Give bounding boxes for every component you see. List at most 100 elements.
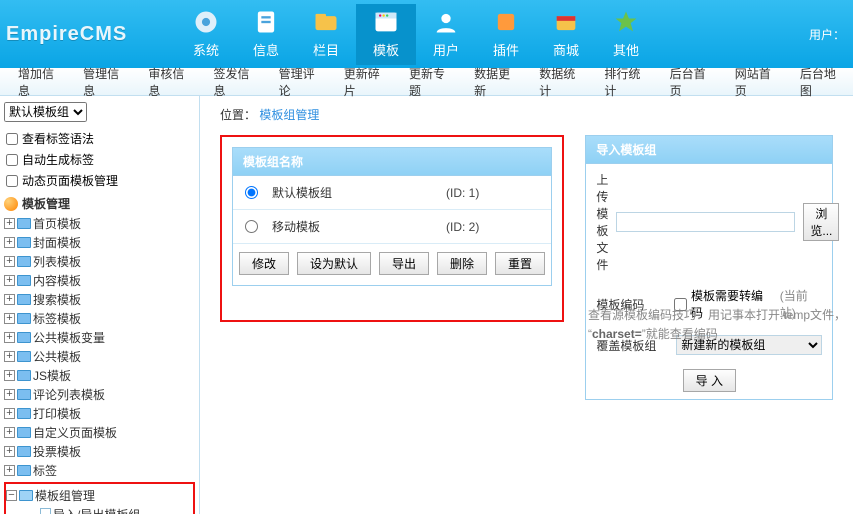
chk-label: 动态页面模板管理 xyxy=(22,172,118,189)
tb-update-frag[interactable]: 更新碎片 xyxy=(336,65,397,99)
tb-add-info[interactable]: 增加信息 xyxy=(10,65,71,99)
nav-label: 模板 xyxy=(356,40,416,59)
folder-icon xyxy=(17,256,31,267)
tb-admin-map[interactable]: 后台地图 xyxy=(792,65,853,99)
nav-info[interactable]: 信息 xyxy=(236,4,296,65)
template-group-panel: 模板组名称 默认模板组 (ID: 1) 移动模板 (ID: 2) xyxy=(232,147,552,286)
plus-icon: + xyxy=(4,427,15,438)
chk-label: 查看标签语法 xyxy=(22,130,94,147)
reset-button[interactable]: 重置 xyxy=(495,252,545,275)
doc-icon xyxy=(252,8,280,36)
chk-tag-syntax[interactable] xyxy=(6,133,18,145)
tb-site-home[interactable]: 网站首页 xyxy=(727,65,788,99)
plus-icon: + xyxy=(4,370,15,381)
tg-row: 默认模板组 (ID: 1) xyxy=(233,176,551,210)
breadcrumb-link[interactable]: 模板组管理 xyxy=(259,108,319,122)
user-label: 用户： xyxy=(809,26,845,43)
tree-item-cover[interactable]: +封面模板 xyxy=(4,233,195,252)
plus-icon: + xyxy=(4,408,15,419)
plus-icon: + xyxy=(4,351,15,362)
folder-open-icon xyxy=(19,490,33,501)
tree-item-print[interactable]: + 打印模板 xyxy=(4,404,195,423)
tb-rank-stats[interactable]: 排行统计 xyxy=(596,65,657,99)
folder-icon xyxy=(17,332,31,343)
tg-radio[interactable] xyxy=(245,220,258,233)
nav-label: 栏目 xyxy=(296,40,356,59)
sidebar: 默认模板组 查看标签语法 自动生成标签 动态页面模板管理 模板管理 +首页模板 … xyxy=(0,96,200,514)
nav-system[interactable]: 系统 xyxy=(176,4,236,65)
nav-shop[interactable]: 商城 xyxy=(536,4,596,65)
tb-sign-info[interactable]: 签发信息 xyxy=(205,65,266,99)
tree-item-js[interactable]: +JS模板 xyxy=(4,366,195,385)
tree: +首页模板 +封面模板 +列表模板 +内容模板 +搜索模板 +标签模板 +公共模… xyxy=(4,214,195,480)
tb-admin-home[interactable]: 后台首页 xyxy=(662,65,723,99)
tips: 查看源模板编码技巧：用记事本打开.temp文件， “charset=”就能查看编… xyxy=(588,306,846,344)
nav-label: 插件 xyxy=(476,40,536,59)
tg-name: 默认模板组 xyxy=(272,184,432,201)
tb-data-update[interactable]: 数据更新 xyxy=(466,65,527,99)
folder-icon xyxy=(17,275,31,286)
delete-button[interactable]: 删除 xyxy=(437,252,487,275)
folder-icon xyxy=(17,370,31,381)
tree-item-custom[interactable]: + 自定义页面模板 xyxy=(4,423,195,442)
export-button[interactable]: 导出 xyxy=(379,252,429,275)
tips-text: 查看源模板编码技巧：用记事本打开.temp文件， xyxy=(588,308,846,322)
tree-item-pub-var[interactable]: +公共模板变量 xyxy=(4,328,195,347)
upload-field[interactable] xyxy=(616,212,795,232)
panel-title: 模板组名称 xyxy=(233,148,551,176)
tree-label: 搜索模板 xyxy=(33,291,81,308)
chk-label: 自动生成标签 xyxy=(22,151,94,168)
tree-item-comment[interactable]: +评论列表模板 xyxy=(4,385,195,404)
tb-update-topic[interactable]: 更新专题 xyxy=(401,65,462,99)
page-icon xyxy=(40,508,51,514)
edit-button[interactable]: 修改 xyxy=(239,252,289,275)
nav-plugin[interactable]: 插件 xyxy=(476,4,536,65)
tree-label: 自定义页面模板 xyxy=(33,424,117,441)
tree-item-tag[interactable]: + 标签模板 xyxy=(4,309,195,328)
folder-icon xyxy=(17,313,31,324)
tg-radio[interactable] xyxy=(245,186,258,199)
tb-manage-comment[interactable]: 管理评论 xyxy=(271,65,332,99)
minus-icon: − xyxy=(6,490,17,501)
folder-icon xyxy=(17,351,31,362)
import-button[interactable]: 导 入 xyxy=(683,369,736,392)
nav-column[interactable]: 栏目 xyxy=(296,4,356,65)
tree-label: 内容模板 xyxy=(33,272,81,289)
tree-label: 导入/导出模板组 xyxy=(53,506,140,514)
tb-audit-info[interactable]: 审核信息 xyxy=(140,65,201,99)
sub-toolbar: 增加信息 管理信息 审核信息 签发信息 管理评论 更新碎片 更新专题 数据更新 … xyxy=(0,68,853,96)
breadcrumb: 位置： 模板组管理 xyxy=(220,106,843,123)
tb-manage-info[interactable]: 管理信息 xyxy=(75,65,136,99)
top-nav: 系统 信息 栏目 模板 用户 插件 xyxy=(176,4,656,65)
plus-icon: + xyxy=(4,313,15,324)
folder-icon xyxy=(17,427,31,438)
tree-item-vote[interactable]: +投票模板 xyxy=(4,442,195,461)
tree-item-tplgroup-mgmt[interactable]: − 模板组管理 xyxy=(6,486,191,505)
browse-button[interactable]: 浏览... xyxy=(803,203,839,241)
tree-item-list[interactable]: +列表模板 xyxy=(4,252,195,271)
folder-icon xyxy=(17,218,31,229)
nav-user[interactable]: 用户 xyxy=(416,4,476,65)
tips-bold: charset= xyxy=(592,327,642,341)
plus-icon: + xyxy=(4,446,15,457)
tree-item-home[interactable]: +首页模板 xyxy=(4,214,195,233)
logo: EmpireCMS xyxy=(6,23,176,46)
tree-label: 标签模板 xyxy=(33,310,81,327)
tree-item-import-export[interactable]: 导入/导出模板组 xyxy=(6,505,191,514)
folder-icon xyxy=(17,465,31,476)
tree-item-search[interactable]: +搜索模板 xyxy=(4,290,195,309)
tree-label: 打印模板 xyxy=(33,405,81,422)
chk-auto-tag[interactable] xyxy=(6,154,18,166)
tree-item-tags[interactable]: +标签 xyxy=(4,461,195,480)
tg-name: 移动模板 xyxy=(272,218,432,235)
tb-data-stats[interactable]: 数据统计 xyxy=(531,65,592,99)
nav-template[interactable]: 模板 xyxy=(356,4,416,65)
chk-dynamic-tpl[interactable] xyxy=(6,175,18,187)
tree-item-pub-tpl[interactable]: +公共模板 xyxy=(4,347,195,366)
header: EmpireCMS 系统 信息 栏目 模板 用户 xyxy=(0,0,853,68)
tree-item-content[interactable]: +内容模板 xyxy=(4,271,195,290)
nav-other[interactable]: 其他 xyxy=(596,4,656,65)
template-group-select[interactable]: 默认模板组 xyxy=(4,102,87,122)
set-default-button[interactable]: 设为默认 xyxy=(297,252,371,275)
nav-label: 商城 xyxy=(536,40,596,59)
